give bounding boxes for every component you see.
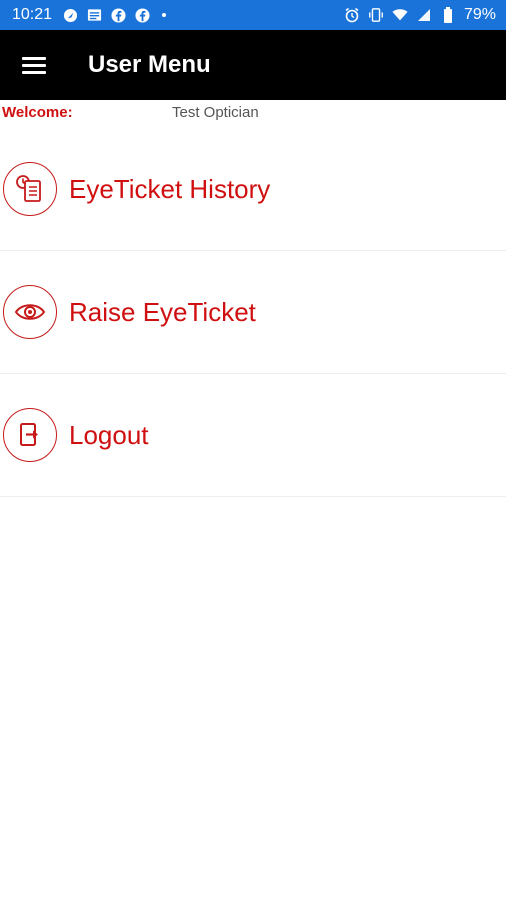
signal-icon [416,7,432,23]
battery-percent: 79% [463,6,496,23]
wifi-icon [392,7,408,23]
vibrate-icon [368,7,384,23]
facebook-icon [134,7,150,23]
more-notifications-dot [162,13,167,17]
hamburger-icon[interactable] [22,55,48,75]
app-bar: User Menu [0,30,506,100]
menu-item-label: Logout [69,419,149,450]
welcome-label: Welcome: [2,103,73,121]
navigation-icon [62,7,78,23]
notification-icons [62,7,167,23]
battery-icon [440,7,456,23]
facebook-icon [110,7,126,23]
user-menu: EyeTicket History Raise EyeTicket Logout [0,128,506,497]
news-icon [86,7,102,23]
status-bar: 10:21 79% [0,0,506,30]
status-time: 10:21 [12,6,53,23]
history-icon [3,162,57,216]
logout-icon [3,408,57,462]
menu-item-logout[interactable]: Logout [0,374,506,497]
page-title: User Menu [88,51,211,78]
menu-item-label: Raise EyeTicket [69,296,256,327]
menu-item-label: EyeTicket History [69,173,271,204]
welcome-row: Welcome: Test Optician [0,102,506,122]
welcome-user-name: Test Optician [172,103,259,121]
system-icons: 79% [344,6,496,24]
eye-icon [3,285,57,339]
menu-item-raise-eyeticket[interactable]: Raise EyeTicket [0,251,506,374]
menu-item-eyeticket-history[interactable]: EyeTicket History [0,128,506,251]
alarm-icon [344,7,360,23]
